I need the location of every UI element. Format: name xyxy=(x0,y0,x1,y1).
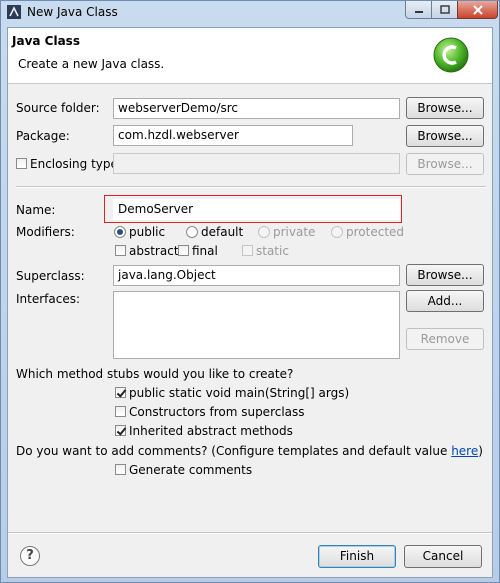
footer-separator xyxy=(8,532,492,534)
name-label: Name: xyxy=(16,203,56,217)
comments-question-text: Do you want to add comments? (Configure … xyxy=(16,444,452,458)
modifier-static-checkbox[interactable] xyxy=(242,245,253,256)
modifier-protected-radio[interactable] xyxy=(331,226,343,238)
modifier-public-label: public xyxy=(129,225,166,239)
stub-main-checkbox[interactable] xyxy=(115,387,126,398)
modifier-public-radio[interactable] xyxy=(114,226,126,238)
interfaces-label: Interfaces: xyxy=(16,292,81,306)
modifier-abstract-label: abstract xyxy=(129,244,179,258)
close-icon xyxy=(472,4,483,15)
name-highlight-box xyxy=(104,195,402,223)
superclass-label: Superclass: xyxy=(16,269,85,283)
package-label: Package: xyxy=(16,129,70,143)
stub-inherited-checkbox[interactable] xyxy=(115,425,126,436)
modifier-default-radio[interactable] xyxy=(186,226,198,238)
enclosing-type-browse-button[interactable]: Browse... xyxy=(406,153,484,175)
superclass-browse-button[interactable]: Browse... xyxy=(406,264,484,286)
source-folder-label: Source folder: xyxy=(16,101,100,115)
modifier-private-radio[interactable] xyxy=(258,226,270,238)
modifier-final-checkbox[interactable] xyxy=(178,245,189,256)
package-input[interactable]: com.hzdl.webserver xyxy=(113,125,353,146)
interfaces-add-button[interactable]: Add... xyxy=(406,290,484,312)
enclosing-type-checkbox[interactable] xyxy=(16,158,27,169)
maximize-icon xyxy=(439,5,450,14)
wizard-header: Java Class Create a new Java class. xyxy=(8,28,492,84)
modifier-protected-label: protected xyxy=(346,225,405,239)
enclosing-type-input[interactable] xyxy=(113,153,400,174)
comments-question-end: ) xyxy=(478,444,483,458)
modifier-abstract-checkbox[interactable] xyxy=(115,245,126,256)
dialog-window: New Java Class Java Class Create a new J… xyxy=(0,0,500,583)
page-title: Java Class xyxy=(12,34,80,48)
stub-constructors-label: Constructors from superclass xyxy=(129,405,305,419)
modifier-static-label: static xyxy=(256,244,289,258)
dialog-body: Java Class Create a new Java class. Sour… xyxy=(7,27,493,578)
close-button[interactable] xyxy=(457,1,498,19)
configure-templates-link[interactable]: here xyxy=(451,444,478,458)
interfaces-remove-button[interactable]: Remove xyxy=(406,328,484,350)
modifier-private-label: private xyxy=(273,225,316,239)
stub-inherited-label: Inherited abstract methods xyxy=(129,424,293,438)
eclipse-app-icon xyxy=(7,5,21,19)
generate-comments-checkbox[interactable] xyxy=(115,464,126,475)
stub-constructors-checkbox[interactable] xyxy=(115,406,126,417)
help-icon[interactable]: ? xyxy=(20,546,40,566)
package-browse-button[interactable]: Browse... xyxy=(406,125,484,147)
window-title: New Java Class xyxy=(27,5,118,19)
minimize-button[interactable] xyxy=(405,1,432,19)
minimize-icon xyxy=(414,10,423,13)
maximize-button[interactable] xyxy=(431,1,458,19)
separator xyxy=(16,186,486,188)
cancel-button[interactable]: Cancel xyxy=(404,545,482,568)
modifiers-label: Modifiers: xyxy=(16,225,75,239)
source-folder-browse-button[interactable]: Browse... xyxy=(406,97,484,119)
java-class-wizard-icon xyxy=(433,37,469,73)
page-description: Create a new Java class. xyxy=(18,57,165,71)
superclass-input[interactable]: java.lang.Object xyxy=(113,265,400,286)
modifier-final-label: final xyxy=(192,244,218,258)
source-folder-input[interactable]: webserverDemo/src xyxy=(113,98,400,119)
enclosing-type-label: Enclosing type: xyxy=(30,157,122,171)
generate-comments-label: Generate comments xyxy=(129,463,253,477)
method-stubs-question: Which method stubs would you like to cre… xyxy=(16,367,294,381)
stub-main-label: public static void main(String[] args) xyxy=(129,386,350,400)
comments-question: Do you want to add comments? (Configure … xyxy=(16,444,483,458)
title-bar[interactable]: New Java Class xyxy=(1,1,499,25)
interfaces-list[interactable] xyxy=(113,291,400,359)
modifier-default-label: default xyxy=(201,225,244,239)
finish-button[interactable]: Finish xyxy=(318,545,396,568)
